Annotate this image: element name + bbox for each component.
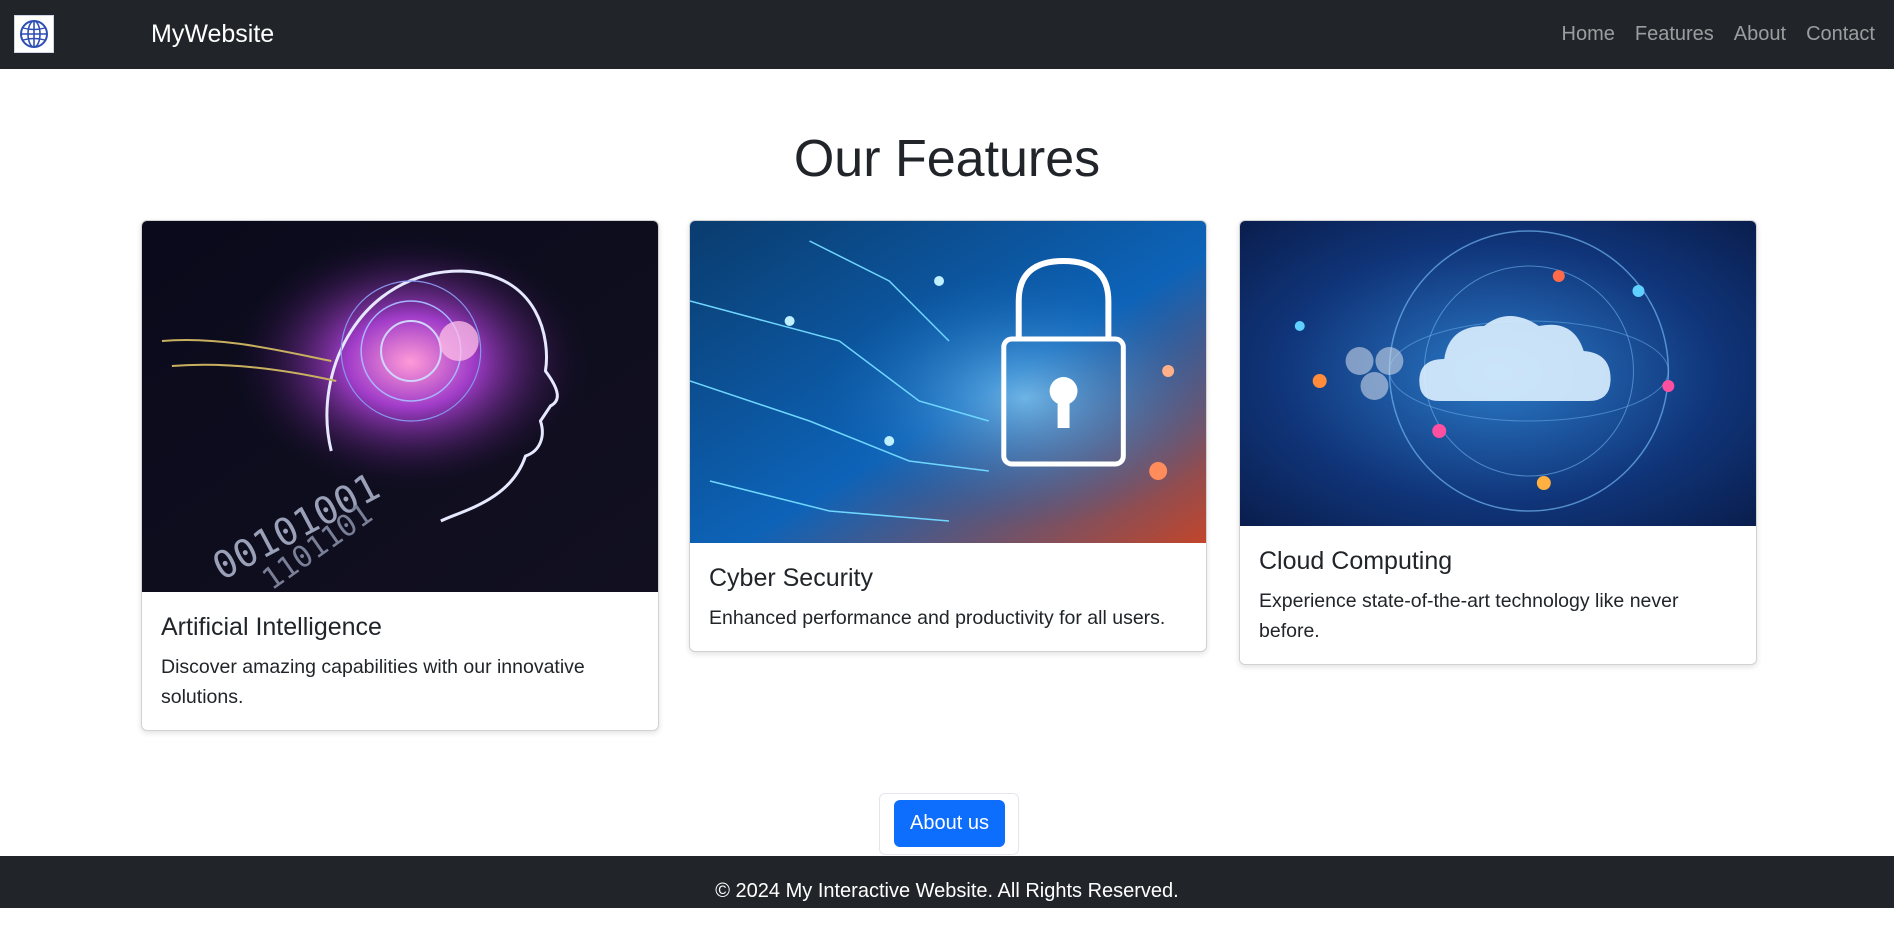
brand-link[interactable]: MyWebsite <box>151 18 274 50</box>
card-text: Discover amazing capabilities with our i… <box>161 652 638 712</box>
feature-card-ai: 00101001 1101101 Artificial Intelligence… <box>141 220 659 731</box>
navbar: MyWebsite Home Features About Contact <box>0 0 1894 69</box>
nav-links: Home Features About Contact <box>1562 18 1894 50</box>
globe-icon[interactable] <box>14 15 54 53</box>
card-text: Experience state-of-the-art technology l… <box>1259 586 1736 646</box>
card-title: Artificial Intelligence <box>161 612 638 642</box>
about-button-container: About us <box>879 793 1019 855</box>
about-us-button[interactable]: About us <box>894 800 1005 847</box>
nav-link-features[interactable]: Features <box>1635 18 1714 50</box>
card-title: Cyber Security <box>709 563 1186 593</box>
card-title: Cloud Computing <box>1259 546 1736 576</box>
feature-card-cloud: Cloud Computing Experience state-of-the-… <box>1239 220 1757 665</box>
nav-link-contact[interactable]: Contact <box>1806 18 1875 50</box>
ai-head-image: 00101001 1101101 <box>142 221 658 592</box>
security-lock-image <box>690 221 1206 543</box>
footer: © 2024 My Interactive Website. All Right… <box>0 856 1894 908</box>
footer-copyright: © 2024 My Interactive Website. All Right… <box>715 880 1178 902</box>
nav-link-about[interactable]: About <box>1734 18 1786 50</box>
feature-card-security: Cyber Security Enhanced performance and … <box>689 220 1207 652</box>
nav-link-home[interactable]: Home <box>1562 18 1615 50</box>
page-title: Our Features <box>0 124 1894 194</box>
card-text: Enhanced performance and productivity fo… <box>709 603 1186 633</box>
cloud-globe-image <box>1240 221 1756 526</box>
